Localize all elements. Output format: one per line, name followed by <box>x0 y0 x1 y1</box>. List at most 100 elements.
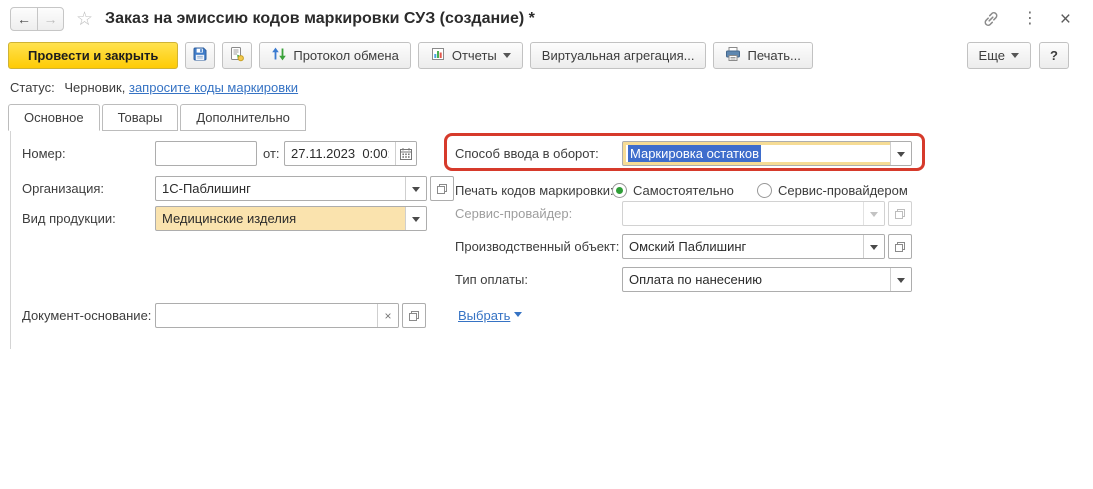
open-icon <box>408 310 420 322</box>
help-button[interactable]: ? <box>1039 42 1069 69</box>
exchange-arrows-icon <box>271 46 287 65</box>
service-provider-label: Сервис-провайдер: <box>455 201 572 226</box>
open-icon <box>894 208 906 220</box>
clear-button[interactable]: × <box>377 304 398 327</box>
history-nav: ← → <box>10 7 64 31</box>
organization-label: Организация: <box>22 176 104 201</box>
organization-input[interactable] <box>156 177 405 200</box>
select-document-link-wrap: Выбрать <box>458 303 522 328</box>
production-site-field[interactable] <box>622 234 885 259</box>
select-document-link[interactable]: Выбрать <box>458 308 510 323</box>
entry-method-dropdown-button[interactable] <box>890 142 911 165</box>
dropdown-caret-icon <box>870 212 878 221</box>
back-icon: ← <box>17 11 31 27</box>
service-provider-dropdown-button <box>863 202 884 225</box>
payment-type-label: Тип оплаты: <box>455 267 528 292</box>
number-label: Номер: <box>22 141 66 166</box>
group-border <box>10 131 11 349</box>
production-site-open-button[interactable] <box>888 234 912 259</box>
save-button[interactable] <box>185 42 215 69</box>
post-document-icon <box>229 46 245 65</box>
clear-icon: × <box>384 309 391 323</box>
forward-icon: → <box>44 11 58 27</box>
date-label: от: <box>263 141 280 166</box>
save-icon <box>192 46 208 65</box>
payment-type-dropdown-button[interactable] <box>890 268 911 291</box>
organization-open-button[interactable] <box>430 176 454 201</box>
print-button[interactable]: Печать... <box>713 42 812 69</box>
tab-additional[interactable]: Дополнительно <box>180 104 306 131</box>
post-and-close-button[interactable]: Провести и закрыть <box>8 42 178 69</box>
number-field[interactable] <box>155 141 257 166</box>
entry-method-field[interactable]: Маркировка остатков <box>622 141 912 166</box>
radio-self[interactable] <box>612 183 627 198</box>
tab-main[interactable]: Основное <box>8 104 100 131</box>
service-provider-open-button <box>888 201 912 226</box>
code-printing-label: Печать кодов маркировки: <box>455 178 614 203</box>
title-actions: ⋮ × <box>982 10 1093 29</box>
dropdown-caret-icon <box>897 278 905 287</box>
product-type-input[interactable] <box>156 207 405 230</box>
entry-method-selected-text: Маркировка остатков <box>628 145 761 162</box>
report-icon <box>430 46 446 65</box>
radio-service-provider[interactable] <box>757 183 772 198</box>
dropdown-caret-icon <box>897 152 905 161</box>
exchange-protocol-button[interactable]: Протокол обмена <box>259 42 411 69</box>
forward-button[interactable]: → <box>37 8 63 30</box>
page-title: Заказ на эмиссию кодов маркировки СУЗ (с… <box>105 10 535 28</box>
production-site-input[interactable] <box>623 235 863 258</box>
production-site-dropdown-button[interactable] <box>863 235 884 258</box>
tab-goods[interactable]: Товары <box>102 104 179 131</box>
calendar-icon <box>399 147 413 161</box>
radio-self-label[interactable]: Самостоятельно <box>633 178 734 203</box>
form-main: Номер: от: Организация: <box>0 131 1093 489</box>
close-icon[interactable]: × <box>1060 10 1071 29</box>
payment-type-input[interactable] <box>623 268 890 291</box>
radio-service-provider-label[interactable]: Сервис-провайдером <box>778 178 908 203</box>
copy-link-icon[interactable] <box>982 10 1000 28</box>
back-button[interactable]: ← <box>11 8 37 30</box>
product-type-dropdown-button[interactable] <box>405 207 426 230</box>
printer-icon <box>725 46 741 65</box>
dropdown-caret-icon <box>412 217 420 226</box>
product-type-field[interactable] <box>155 206 427 231</box>
titlebar: ← → ☆ Заказ на эмиссию кодов маркировки … <box>0 0 1093 38</box>
product-type-label: Вид продукции: <box>22 206 116 231</box>
dropdown-caret-icon <box>503 53 511 62</box>
number-input[interactable] <box>156 142 256 165</box>
base-document-field[interactable]: × <box>155 303 399 328</box>
dropdown-caret-icon <box>870 245 878 254</box>
payment-type-field[interactable] <box>622 267 912 292</box>
more-label: Еще <box>979 48 1005 63</box>
request-codes-link[interactable]: запросите коды маркировки <box>129 80 298 95</box>
kebab-menu-icon[interactable]: ⋮ <box>1022 11 1038 27</box>
organization-dropdown-button[interactable] <box>405 177 426 200</box>
toolbar-right: Еще ? <box>967 42 1069 69</box>
calendar-button[interactable] <box>395 142 416 165</box>
toolbar: Провести и закрыть <box>0 40 1093 70</box>
organization-field[interactable] <box>155 176 427 201</box>
service-provider-field <box>622 201 885 226</box>
status-line: Статус: Черновик, запросите коды маркиро… <box>10 80 298 95</box>
open-icon <box>894 241 906 253</box>
open-icon <box>436 183 448 195</box>
favorite-star-icon[interactable]: ☆ <box>76 10 93 29</box>
date-input[interactable] <box>285 142 395 165</box>
more-button[interactable]: Еще <box>967 42 1031 69</box>
reports-button[interactable]: Отчеты <box>418 42 523 69</box>
base-document-label: Документ-основание: <box>22 303 151 328</box>
dropdown-caret-icon <box>1011 53 1019 62</box>
base-document-open-button[interactable] <box>402 303 426 328</box>
status-label: Статус: <box>10 80 55 95</box>
exchange-protocol-label: Протокол обмена <box>293 48 399 63</box>
virtual-aggregation-button[interactable]: Виртуальная агрегация... <box>530 42 707 69</box>
dropdown-caret-icon <box>514 312 522 321</box>
post-document-button[interactable] <box>222 42 252 69</box>
production-site-label: Производственный объект: <box>455 234 619 259</box>
dropdown-caret-icon <box>412 187 420 196</box>
print-label: Печать... <box>747 48 800 63</box>
date-field[interactable] <box>284 141 417 166</box>
tab-bar: Основное Товары Дополнительно <box>8 104 308 131</box>
status-value: Черновик, <box>64 80 125 95</box>
base-document-input[interactable] <box>156 304 377 327</box>
